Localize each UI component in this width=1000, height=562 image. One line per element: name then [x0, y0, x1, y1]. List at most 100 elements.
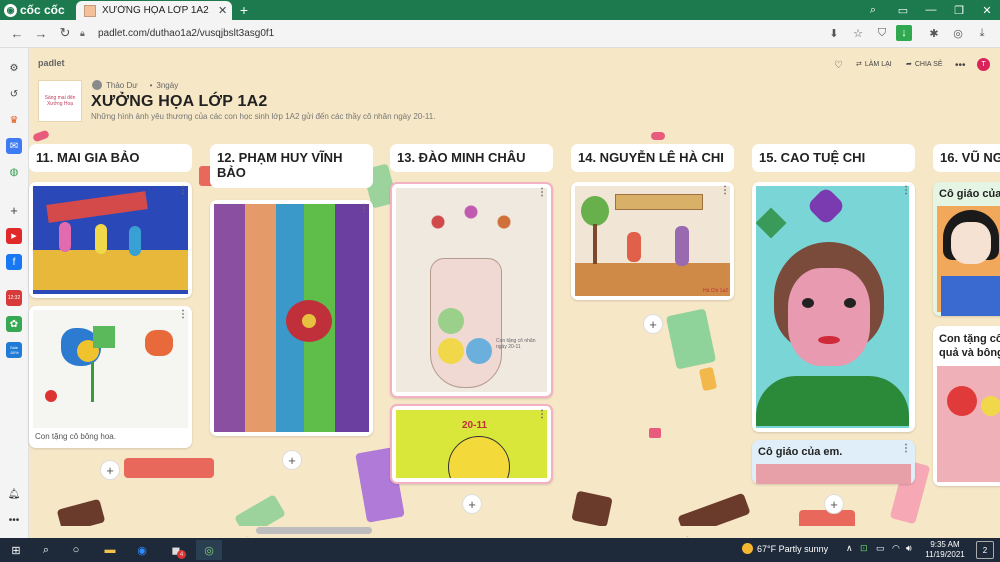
search-icon[interactable]: ⌕ — [36, 540, 56, 560]
post-menu-icon[interactable]: ⋮ — [901, 443, 911, 454]
post-menu-icon[interactable]: ⋮ — [720, 185, 730, 196]
user-avatar[interactable]: T — [977, 58, 990, 71]
extensions-bar-icon[interactable]: ▭ — [890, 0, 916, 20]
download-green-icon[interactable]: ↓ — [896, 25, 912, 41]
decor-popsicle — [665, 308, 717, 370]
more-icon[interactable]: ••• — [6, 512, 22, 528]
post-card[interactable]: ⋮ Con tặng cô bông hoa. — [29, 306, 192, 448]
browser-tab[interactable]: XƯỞNG HỌA LỚP 1A2 ✕ — [76, 1, 232, 20]
task-view-icon[interactable]: ○ — [66, 540, 86, 560]
column-header[interactable]: 14. NGUYỄN LÊ HÀ CHI — [571, 144, 734, 172]
column-header[interactable]: 11. MAI GIA BẢO — [29, 144, 192, 172]
post-card[interactable]: 20-11 ⋮ — [390, 404, 553, 484]
weather-widget[interactable]: 67°F Partly sunny — [742, 543, 828, 554]
padlet-brand[interactable]: padlet — [38, 58, 65, 68]
coccoc-taskbar-icon[interactable]: ◎ — [196, 540, 222, 560]
more-options-icon[interactable]: ••• — [955, 60, 966, 71]
clock-date: 11/19/2021 — [925, 550, 965, 559]
minimize-button[interactable]: — — [918, 0, 944, 20]
back-icon[interactable]: ← — [8, 24, 26, 42]
bell-icon[interactable]: 🔔︎ — [6, 486, 22, 502]
remake-button[interactable]: ⇄ LÀM LẠI — [856, 60, 892, 69]
new-tab-button[interactable]: + — [236, 1, 252, 19]
remake-label: LÀM LẠI — [864, 60, 892, 68]
profile-icon[interactable]: ◎ — [950, 25, 966, 41]
file-explorer-icon[interactable]: ▬ — [100, 540, 120, 560]
puzzle-icon[interactable]: ✱ — [926, 25, 942, 41]
post-menu-icon[interactable]: ⋮ — [359, 203, 369, 214]
bullet-separator: • — [149, 80, 153, 90]
post-image — [214, 204, 369, 432]
tray-chevron-icon[interactable]: ∧ — [846, 543, 853, 554]
page-description: Những hình ảnh yêu thương của các con họ… — [91, 112, 436, 121]
post-card[interactable]: Cô giáo của — [933, 182, 1000, 316]
column-header[interactable]: 12. PHẠM HUY VĨNH BẢO — [210, 144, 373, 188]
post-card[interactable]: ⋮ — [29, 182, 192, 298]
post-card[interactable]: ⋮ — [752, 182, 915, 432]
add-post-button[interactable]: + — [643, 314, 663, 334]
reload-icon[interactable]: ↻ — [56, 24, 74, 42]
partly-sunny-icon — [742, 543, 753, 554]
close-window-button[interactable]: ✕ — [974, 0, 1000, 20]
facebook-icon[interactable]: f — [6, 254, 22, 270]
tab-search-icon[interactable]: ⌕ — [860, 0, 886, 20]
calendar-icon[interactable]: 12:32 — [6, 290, 22, 306]
art-handwriting: 20-11 — [462, 420, 488, 431]
history-icon[interactable]: ↺ — [6, 86, 22, 102]
post-card[interactable]: Con tặng cô quả và bông — [933, 326, 1000, 486]
add-post-button[interactable]: + — [282, 450, 302, 470]
post-menu-icon[interactable]: ⋮ — [178, 185, 188, 196]
game-icon[interactable]: ◍ — [6, 164, 22, 180]
add-post-button[interactable]: + — [100, 460, 120, 480]
heart-icon[interactable]: ♡ — [834, 60, 843, 71]
forward-icon[interactable]: → — [32, 24, 50, 42]
column-header[interactable]: 13. ĐÀO MINH CHÂU — [390, 144, 553, 172]
sale-icon[interactable]: Sale -50% — [6, 342, 22, 358]
chat-icon[interactable]: ◼ 4 — [166, 540, 186, 560]
post-title: Cô giáo của — [939, 188, 1000, 200]
post-card[interactable]: ⋮ — [210, 200, 373, 436]
notification-badge: 2 — [982, 545, 988, 555]
page-title: XƯỞNG HỌA LỚP 1A2 — [91, 93, 268, 110]
windows-start-icon[interactable]: ⊞ — [6, 540, 26, 560]
bookmark-star-icon[interactable]: ☆ — [850, 25, 866, 41]
settings-icon[interactable]: ⚙ — [6, 60, 22, 76]
column-header[interactable]: 15. CAO TUỆ CHI — [752, 144, 915, 172]
battery-icon[interactable]: ▭ — [876, 543, 885, 554]
post-menu-icon[interactable]: ⋮ — [178, 309, 188, 320]
clock-time: 9:35 AM — [930, 540, 960, 549]
post-card[interactable]: Hà Chi 1a2 ⋮ — [571, 182, 734, 300]
post-card[interactable]: Con tặng cô nhân ngày 20-11 ⋮ — [390, 182, 553, 398]
messenger-icon[interactable]: ✉ — [6, 138, 22, 154]
close-tab-icon[interactable]: ✕ — [218, 4, 232, 17]
volume-icon[interactable]: 🔊︎ — [906, 543, 912, 554]
youtube-icon[interactable]: ▶ — [6, 228, 22, 244]
address-bar[interactable]: 🔒︎ padlet.com/duthao1a2/vusqjbslt3asg0f1 — [80, 23, 816, 44]
zoom-icon[interactable]: ◉ — [132, 540, 152, 560]
downloads-icon[interactable]: ⤓ — [974, 25, 990, 41]
clock[interactable]: 9:35 AM 11/19/2021 — [920, 540, 970, 560]
post-card[interactable]: Cô giáo của em. ⋮ — [752, 440, 915, 484]
add-post-button[interactable]: + — [824, 494, 844, 514]
author-name: Thảo Dư — [106, 80, 138, 90]
post-menu-icon[interactable]: ⋮ — [537, 187, 547, 198]
notification-icon[interactable]: 2 — [976, 541, 994, 559]
scrollbar-thumb[interactable] — [256, 527, 372, 534]
maximize-button[interactable]: ❐ — [946, 0, 972, 20]
gift-icon[interactable]: ✿ — [6, 316, 22, 332]
add-post-button[interactable]: + — [462, 494, 482, 514]
wifi-icon[interactable]: ◠ — [892, 543, 900, 554]
column-header[interactable]: 16. VŨ NG — [933, 144, 1000, 172]
post-menu-icon[interactable]: ⋮ — [537, 409, 547, 420]
install-icon[interactable]: ⬇ — [826, 25, 842, 41]
post-menu-icon[interactable]: ⋮ — [901, 185, 911, 196]
coccoc-logo-icon: ◉ — [4, 3, 17, 17]
shield-icon[interactable]: ⛉ — [874, 25, 890, 41]
crown-icon[interactable]: ♛ — [6, 112, 22, 128]
share-button[interactable]: ➦ CHIA SẺ — [906, 60, 943, 69]
plus-icon[interactable]: + — [6, 202, 22, 218]
browser-brand[interactable]: ◉ cốc cốc — [4, 2, 65, 18]
horizontal-scrollbar[interactable] — [29, 526, 1000, 536]
tray-app-icon[interactable]: ⊡ — [860, 543, 868, 554]
weather-text: 67°F Partly sunny — [757, 543, 829, 554]
